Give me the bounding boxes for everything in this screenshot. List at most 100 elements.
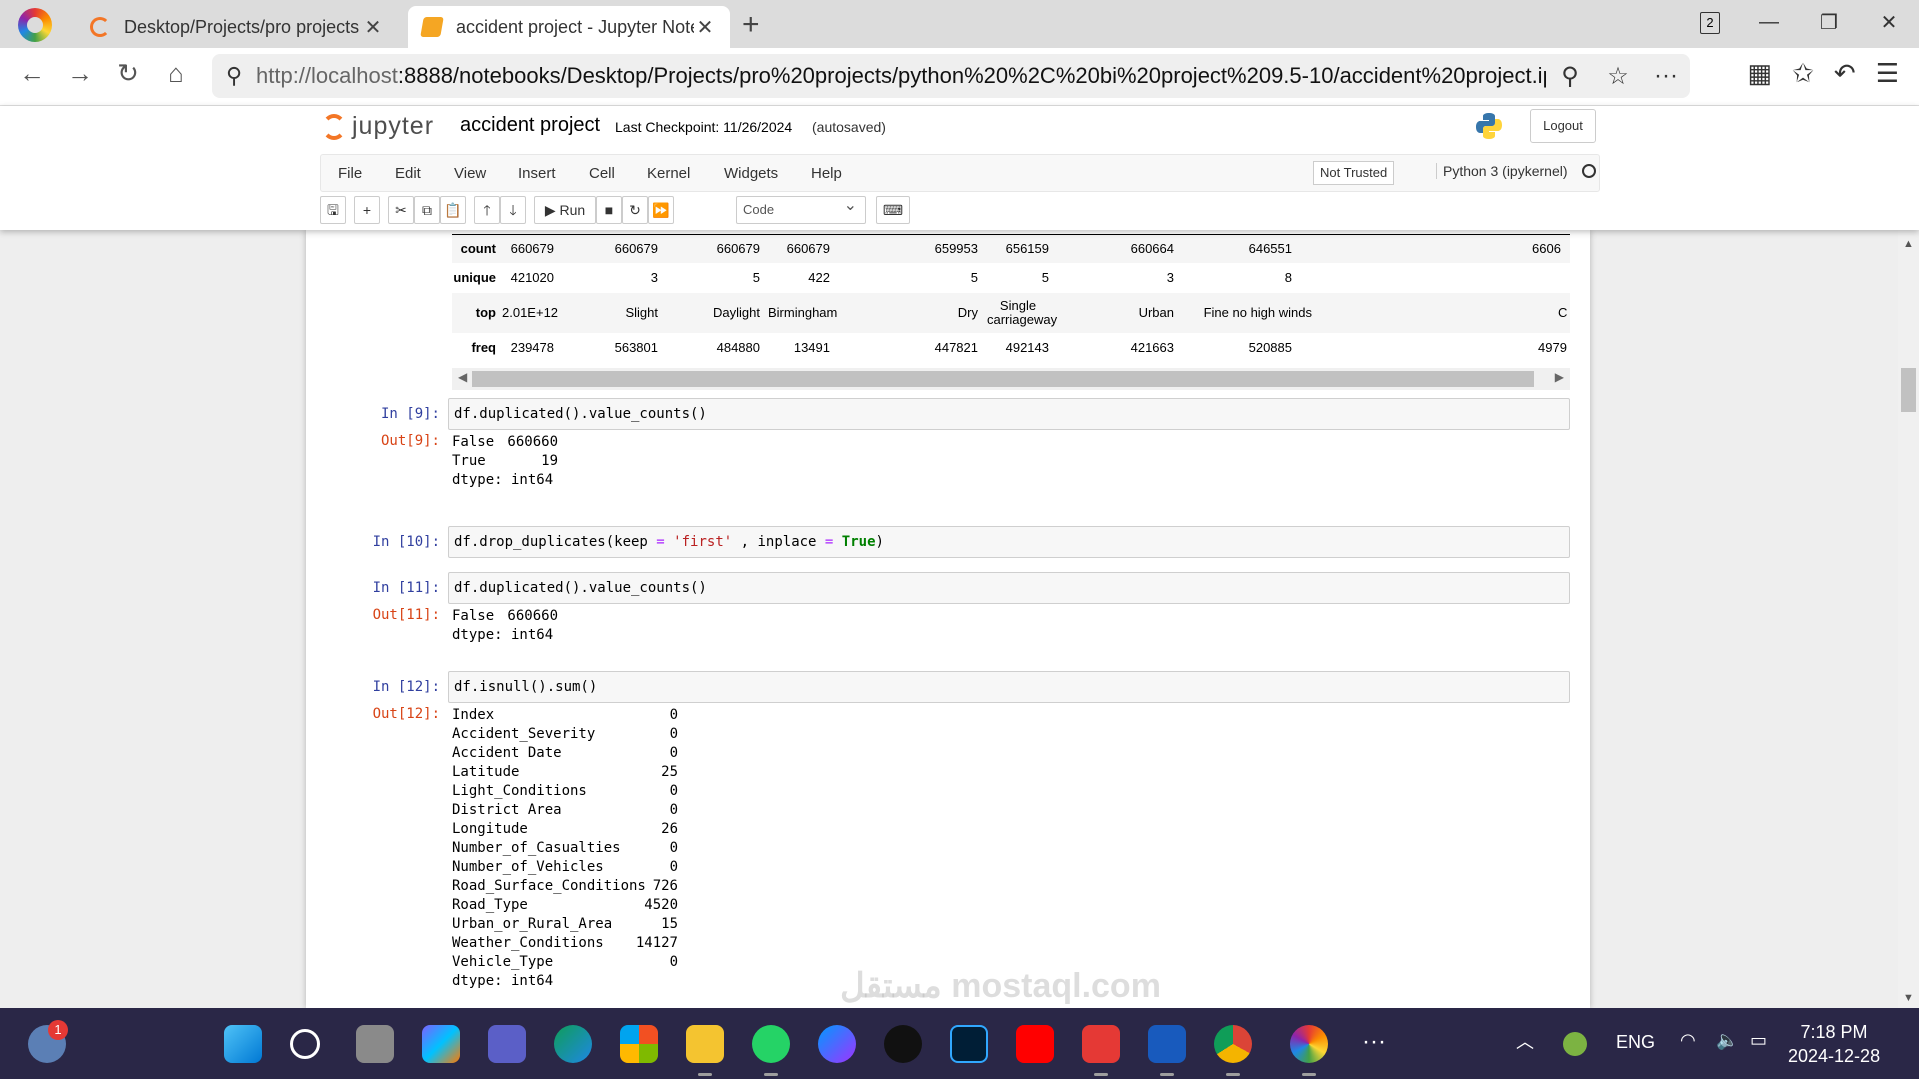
show-hidden-icons-icon[interactable]: ︿ [1516, 1028, 1534, 1054]
tab-desktop-projects[interactable]: Desktop/Projects/pro projects ✕ [76, 6, 398, 48]
table-row: unique 421020 3 5 422 5 5 3 8 [452, 263, 1570, 293]
table-cell: 5 [752, 270, 760, 285]
save-icon[interactable]: 🖫 [320, 196, 346, 224]
move-down-icon[interactable]: 🡓 [500, 196, 526, 224]
menu-insert[interactable]: Insert [518, 165, 556, 182]
favorites-icon[interactable]: ✩ [1792, 58, 1814, 89]
code-cell-input[interactable]: df.duplicated().value_counts() [448, 572, 1570, 604]
apps-grid-icon[interactable]: ▦ [1748, 58, 1773, 89]
reload-icon[interactable]: ↻ [110, 58, 146, 89]
python-logo-icon [1476, 113, 1502, 139]
vertical-scrollbar[interactable]: ▲ ▼ [1898, 230, 1919, 1008]
paste-icon[interactable]: 📋 [440, 196, 466, 224]
kernel-name[interactable]: Python 3 (ipykernel) [1436, 163, 1568, 179]
jupyter-logo[interactable]: jupyter [322, 112, 434, 141]
tray-app-icon[interactable] [1563, 1032, 1587, 1056]
menu-edit[interactable]: Edit [395, 165, 421, 182]
menu-help[interactable]: Help [811, 165, 842, 182]
minimize-icon[interactable]: — [1739, 11, 1799, 34]
menu-file[interactable]: File [338, 165, 362, 182]
cut-icon[interactable]: ✂ [388, 196, 414, 224]
menu-kernel[interactable]: Kernel [647, 165, 690, 182]
scroll-left-icon[interactable]: ◀ [458, 370, 467, 384]
menu-view[interactable]: View [454, 165, 486, 182]
more-options-icon[interactable]: ··· [1642, 62, 1690, 90]
close-tab-icon[interactable]: ✕ [362, 15, 384, 40]
back-icon[interactable]: ← [14, 58, 50, 89]
output-key: Vehicle_Type [452, 954, 554, 970]
table-cell: Urban [1138, 305, 1174, 320]
wifi-icon[interactable]: ◠ [1680, 1030, 1696, 1051]
task-view-icon[interactable] [356, 1025, 394, 1063]
youtube-icon[interactable] [1016, 1025, 1054, 1063]
tab-count-icon[interactable]: 2 [1700, 12, 1720, 34]
scroll-down-icon[interactable]: ▼ [1903, 992, 1914, 1004]
scrollbar-thumb[interactable] [472, 371, 1534, 387]
teams-icon[interactable] [488, 1025, 526, 1063]
start-icon[interactable] [224, 1025, 262, 1063]
code-token: df.drop_duplicates(keep [454, 534, 657, 550]
restore-icon[interactable]: ❐ [1799, 10, 1859, 35]
url-text[interactable]: http://localhost:8888/notebooks/Desktop/… [256, 63, 1546, 89]
move-up-icon[interactable]: 🡑 [474, 196, 500, 224]
tab-accident-project[interactable]: accident project - Jupyter Notebook ✕ [408, 6, 730, 48]
menu-icon[interactable]: ☰ [1876, 58, 1899, 89]
file-explorer-icon[interactable] [686, 1025, 724, 1076]
menu-cell[interactable]: Cell [589, 165, 615, 182]
new-tab-icon[interactable]: + [742, 8, 760, 42]
scroll-up-icon[interactable]: ▲ [1903, 238, 1914, 250]
logout-button[interactable]: Logout [1530, 109, 1596, 143]
chrome-icon[interactable] [1214, 1025, 1252, 1076]
not-trusted-button[interactable]: Not Trusted [1313, 161, 1395, 185]
tiktok-icon[interactable] [884, 1025, 922, 1063]
battery-icon[interactable]: ▭ [1750, 1030, 1767, 1051]
word-icon[interactable] [1148, 1025, 1186, 1076]
store-icon[interactable] [620, 1025, 658, 1063]
wps-office-icon[interactable] [1082, 1025, 1120, 1076]
output-value: 0 [669, 745, 678, 761]
close-window-icon[interactable]: ✕ [1859, 10, 1919, 35]
code-cell-input[interactable]: df.drop_duplicates(keep = 'first' , inpl… [448, 526, 1570, 558]
scrollbar-thumb[interactable] [1901, 368, 1916, 412]
interrupt-icon[interactable]: ■ [596, 196, 622, 224]
row-label: unique [453, 270, 496, 285]
more-apps-icon[interactable]: ··· [1362, 1028, 1386, 1056]
restart-icon[interactable]: ↻ [622, 196, 648, 224]
browser-logo-icon[interactable] [18, 8, 52, 42]
address-bar[interactable]: ⚲ http://localhost:8888/notebooks/Deskto… [212, 54, 1690, 98]
restart-run-all-icon[interactable]: ⏩ [648, 196, 674, 224]
horizontal-scrollbar[interactable]: ◀ ▶ [452, 368, 1570, 390]
cell-output: False 660660 dtype: int64 [452, 607, 558, 645]
volume-icon[interactable]: 🔈 [1716, 1030, 1738, 1051]
photoshop-icon[interactable] [950, 1025, 988, 1063]
insert-cell-icon[interactable]: + [354, 196, 380, 224]
code-cell-input[interactable]: df.duplicated().value_counts() [448, 398, 1570, 430]
output-key: Accident Date [452, 745, 562, 761]
zoom-search-icon[interactable]: ⚲ [1546, 62, 1594, 91]
command-palette-icon[interactable]: ⌨ [876, 196, 910, 224]
edge-icon[interactable] [554, 1025, 592, 1063]
run-button[interactable]: ▶ Run [534, 196, 596, 224]
whatsapp-icon[interactable] [752, 1025, 790, 1076]
messenger-icon[interactable] [818, 1025, 856, 1063]
code-cell-input[interactable]: df.isnull().sum() [448, 671, 1570, 703]
close-tab-icon[interactable]: ✕ [694, 15, 716, 40]
bookmark-star-icon[interactable]: ☆ [1594, 62, 1642, 91]
browser-toolbar-right: ▦ ✩ ↶ ☰ [1748, 58, 1899, 89]
system-clock[interactable]: 7:18 PM 2024-12-28 [1788, 1020, 1880, 1068]
menu-widgets[interactable]: Widgets [724, 165, 778, 182]
cell-type-select[interactable]: Code [736, 193, 866, 224]
forward-icon[interactable]: → [62, 58, 98, 89]
kernel-idle-indicator-icon [1582, 164, 1596, 178]
search-icon[interactable] [290, 1029, 320, 1059]
output-line: Longitude 26 [452, 820, 678, 839]
home-icon[interactable]: ⌂ [158, 58, 194, 89]
table-cell: Daylight [713, 305, 760, 320]
language-indicator[interactable]: ENG [1616, 1032, 1655, 1053]
notebook-name[interactable]: accident project [460, 114, 600, 137]
scroll-right-icon[interactable]: ▶ [1555, 370, 1564, 384]
browser-taskbar-icon[interactable] [1290, 1025, 1328, 1076]
copy-icon[interactable]: ⧉ [414, 196, 440, 224]
copilot-icon[interactable] [422, 1025, 460, 1063]
undo-icon[interactable]: ↶ [1834, 58, 1856, 89]
